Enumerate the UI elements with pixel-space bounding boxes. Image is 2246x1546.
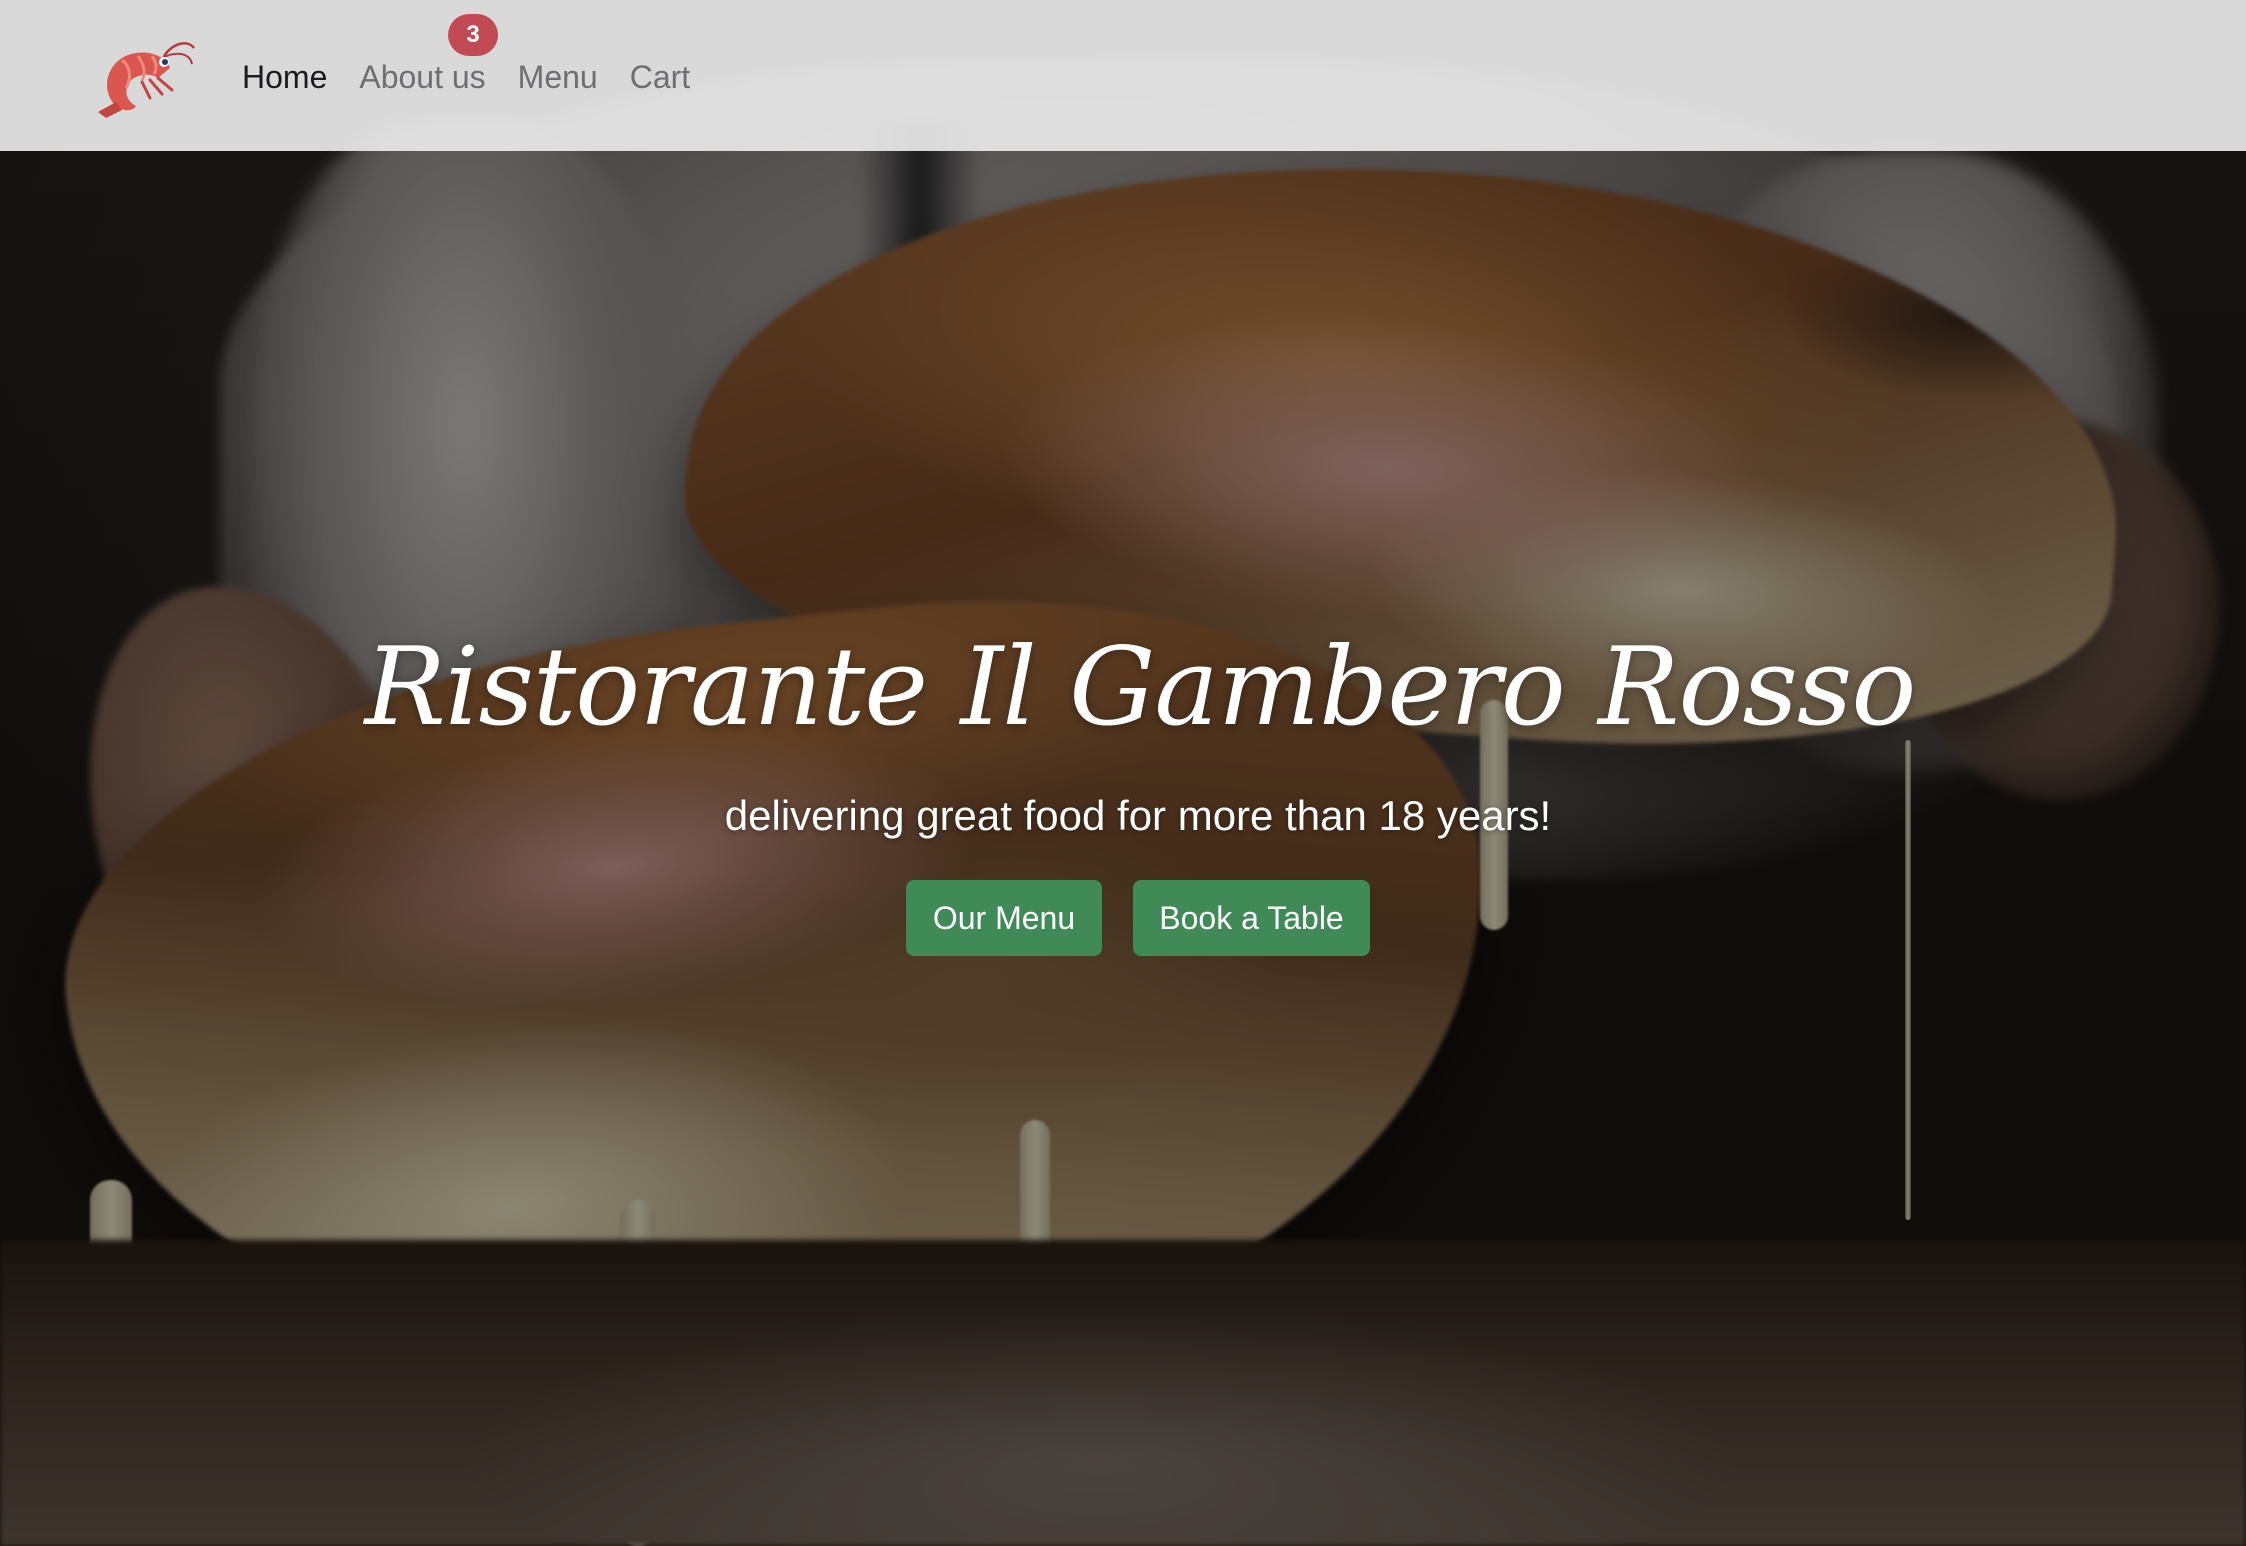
book-table-button[interactable]: Book a Table [1133,880,1370,956]
cart-count-badge: 3 [448,14,498,56]
hero-title: Ristorante Il Gambero Rosso [364,625,1917,750]
hero-background-image [0,0,2246,1546]
hero-subtitle: delivering great food for more than 18 y… [724,792,1552,839]
top-navbar: Home About us Menu Cart 3 [0,0,2246,151]
hero-dark-overlay [0,0,2246,1546]
our-menu-button[interactable]: Our Menu [906,880,1102,956]
shrimp-logo-icon[interactable] [92,38,196,120]
nav-link-menu[interactable]: Menu [518,50,598,104]
nav-link-about-us[interactable]: About us [359,50,485,104]
nav-links: Home About us Menu Cart [242,50,722,104]
nav-link-home[interactable]: Home [242,50,327,104]
page: Home About us Menu Cart 3 Ristorante Il … [0,0,2246,1546]
nav-link-cart[interactable]: Cart [630,50,690,104]
